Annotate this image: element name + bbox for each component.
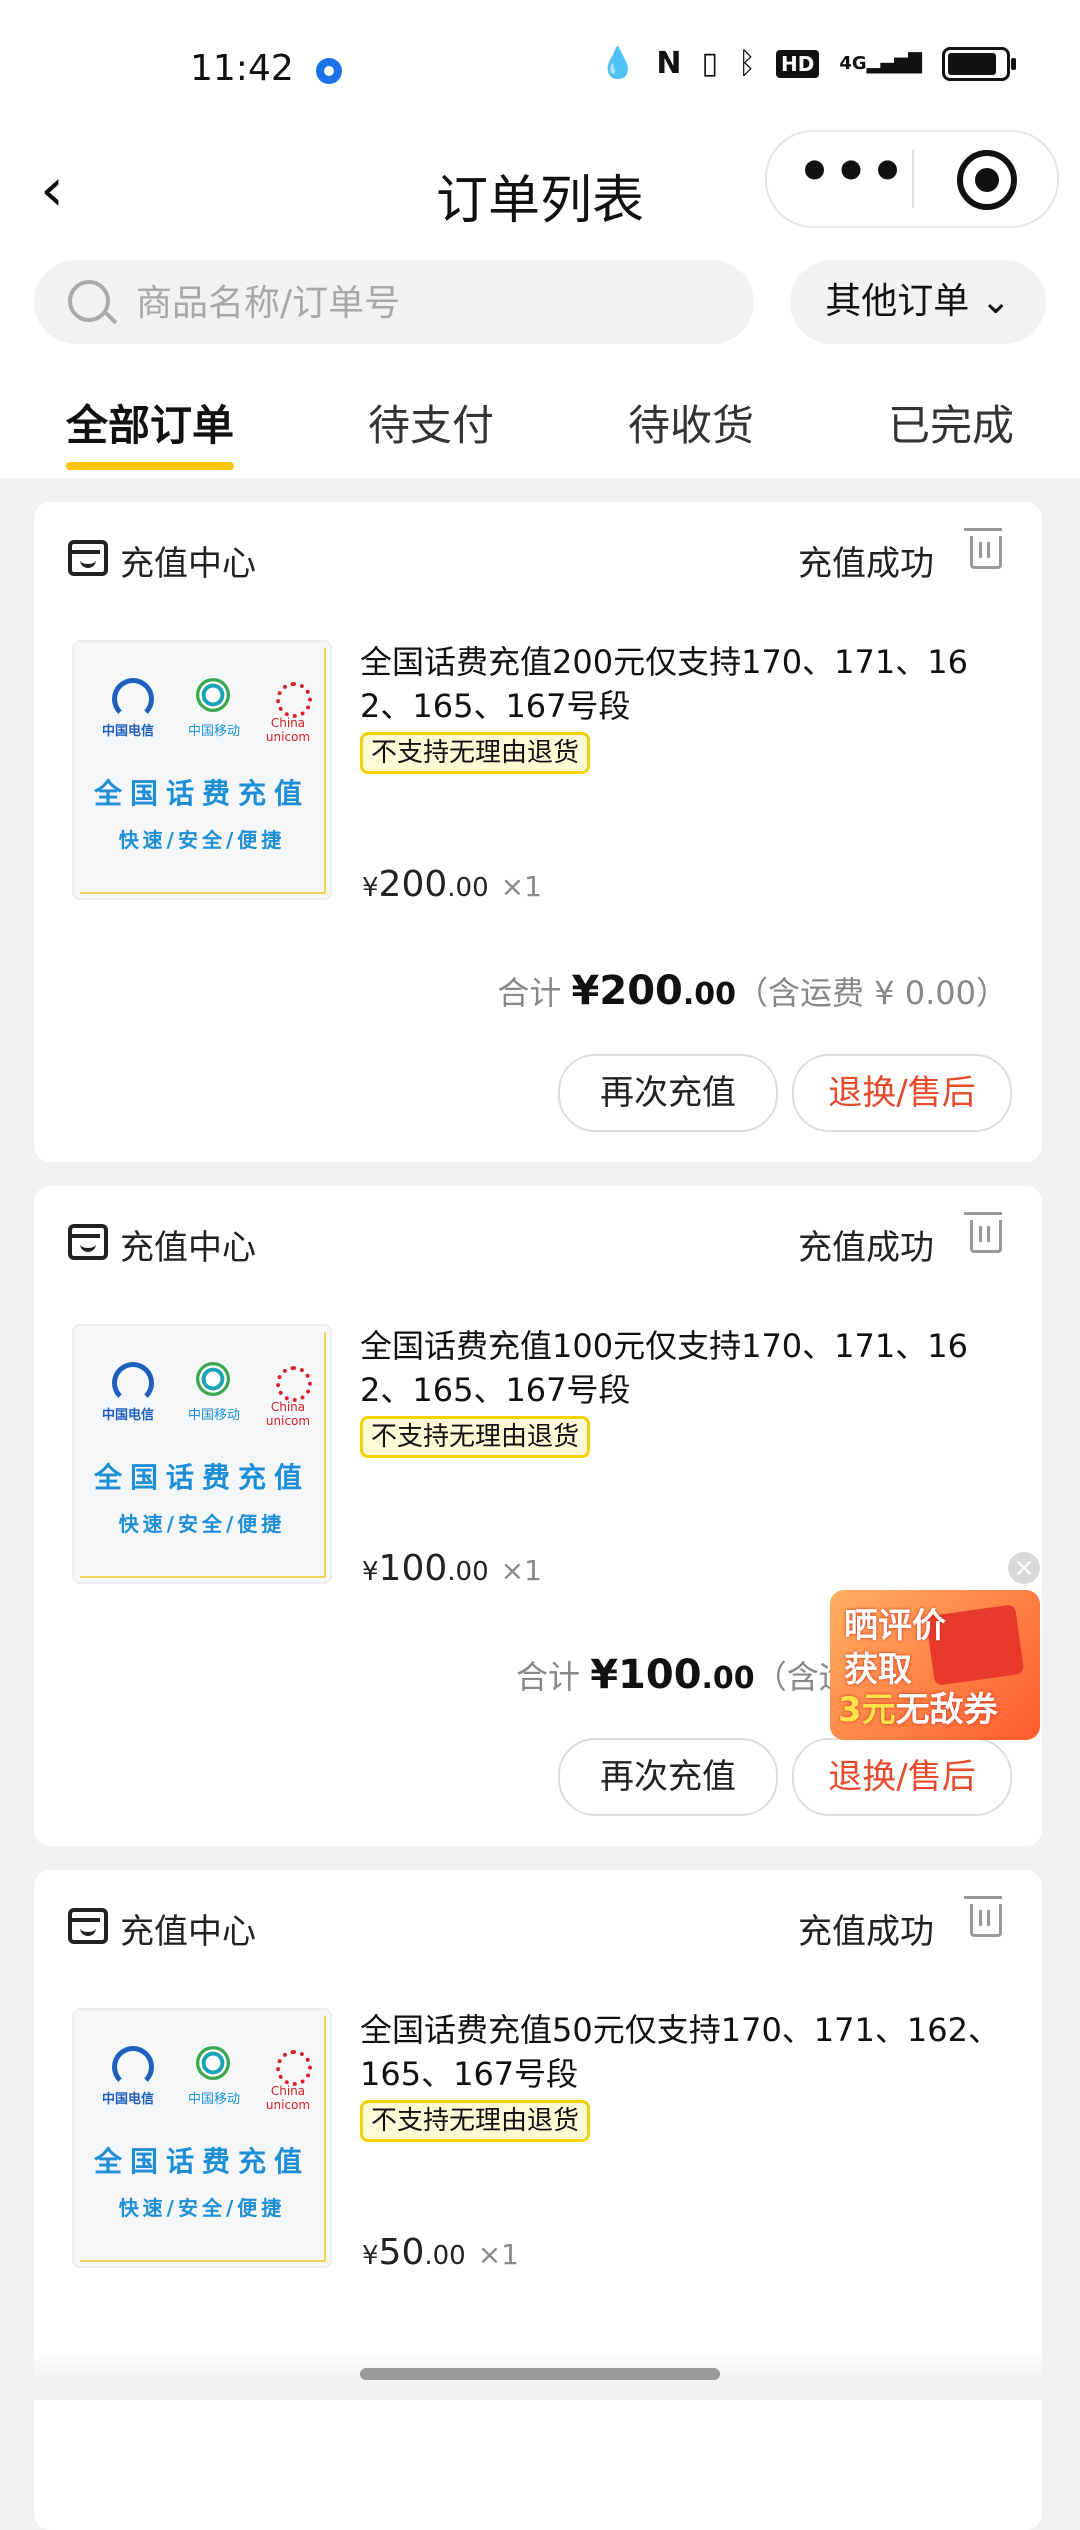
shop-icon [68,540,108,576]
recharge-again-button[interactable]: 再次充值 [558,1054,778,1132]
vibrate-icon: ▯ [701,46,718,81]
home-indicator[interactable] [360,2368,720,2380]
shop-icon [68,1908,108,1944]
china-telecom-logo: 中国电信 [98,2046,158,2108]
nfc-icon: N [656,46,682,81]
battery-icon [942,46,1016,81]
shop-name: 充值中心 [120,1912,256,1952]
search-row: 其他订单 ⌄ [0,250,1080,362]
after-sale-button[interactable]: 退换/售后 [792,1738,1012,1816]
product-thumbnail[interactable]: 中国电信 中国移动 China unicom 全国话费充值 快速/安全/便捷 [74,1326,330,1582]
thumbnail-title: 全国话费充值 [93,777,310,810]
search-icon [68,280,110,322]
china-mobile-logo: 中国移动 [184,1362,244,1424]
other-orders-dropdown[interactable]: 其他订单 ⌄ [790,260,1046,344]
close-mini-program-button[interactable] [957,150,1017,210]
review-coupon-float[interactable]: 晒评价 获取 3元无敌券 × [830,1552,1050,1740]
china-mobile-logo: 中国移动 [184,678,244,740]
product-name[interactable]: 全国话费充值200元仅支持170、171、162、165、167号段 [360,640,1020,728]
unit-price: ¥100.00 ×1 [362,1548,542,1589]
china-unicom-logo: China unicom [256,1366,320,1428]
delete-order-icon[interactable] [964,1896,1002,1937]
tab-all-orders[interactable]: 全部订单 [66,392,234,453]
delete-order-icon[interactable] [964,528,1002,569]
shop-icon [68,1224,108,1260]
thumbnail-subtitle: 快速/安全/便捷 [118,1512,286,1536]
quantity: ×1 [500,1554,542,1587]
active-tab-indicator [66,462,234,470]
nav-header: ‹ 订单列表 ••• [0,130,1080,250]
thumbnail-title: 全国话费充值 [93,2145,310,2178]
product-thumbnail[interactable]: 中国电信 中国移动 China unicom 全国话费充值 快速/安全/便捷 [74,642,330,898]
unit-price: ¥200.00 ×1 [362,864,542,905]
status-time: 11:42 [190,48,294,89]
float-text-line3: 3元无敌券 [838,1690,998,1730]
delete-order-icon[interactable] [964,1212,1002,1253]
no-return-tag: 不支持无理由退货 [360,1416,591,1458]
product-name[interactable]: 全国话费充值50元仅支持170、171、162、165、167号段 [360,2008,1020,2096]
no-return-tag: 不支持无理由退货 [360,732,591,774]
status-bar: 11:42 💧 N ▯ ᛒ HD 4G▂▄▆█ [0,0,1080,130]
status-icons: 💧 N ▯ ᛒ HD 4G▂▄▆█ [598,46,1016,81]
unit-price: ¥50.00 ×1 [362,2232,519,2273]
no-return-tag: 不支持无理由退货 [360,2100,591,2142]
tab-pending-payment[interactable]: 待支付 [368,392,494,453]
mini-program-capsule: ••• [765,130,1059,228]
hd-icon: HD [775,49,820,78]
quantity: ×1 [500,870,542,903]
more-dots-icon: ••• [797,140,907,203]
thumbnail-subtitle: 快速/安全/便捷 [118,828,286,852]
notification-dot-icon [316,58,342,84]
more-button[interactable]: ••• [797,142,907,216]
order-status: 充值成功 [798,544,934,584]
float-text-line1: 晒评价 [844,1606,946,1646]
order-tabs: 全部订单 待支付 待收货 已完成 [0,362,1080,478]
order-card[interactable]: 充值中心 充值成功 中国电信 中国移动 China unicom 全国话费充值 … [34,502,1042,1162]
product-name[interactable]: 全国话费充值100元仅支持170、171、162、165、167号段 [360,1324,1020,1412]
after-sale-button[interactable]: 退换/售后 [792,1054,1012,1132]
order-status: 充值成功 [798,1228,934,1268]
china-unicom-logo: China unicom [256,2050,320,2112]
thumbnail-title: 全国话费充值 [93,1461,310,1494]
shop-name: 充值中心 [120,544,256,584]
order-card[interactable]: 充值中心 充值成功 中国电信 中国移动 China unicom 全国话费充值 … [34,1870,1042,2530]
water-drop-icon: 💧 [598,46,637,81]
china-telecom-logo: 中国电信 [98,1362,158,1424]
tab-pending-receipt[interactable]: 待收货 [628,392,754,453]
order-total: 合计 ¥200.00（含运费 ¥ 0.00） [497,968,1008,1014]
order-card[interactable]: 充值中心 充值成功 中国电信 中国移动 China unicom 全国话费充值 … [34,1186,1042,1846]
order-status: 充值成功 [798,1912,934,1952]
shop-name: 充值中心 [120,1228,256,1268]
china-mobile-logo: 中国移动 [184,2046,244,2108]
order-total: 合计 ¥100.00（含运 [516,1652,851,1698]
tab-completed[interactable]: 已完成 [888,392,1014,453]
bluetooth-icon: ᛒ [737,46,756,81]
close-float-button[interactable]: × [1008,1552,1040,1584]
china-telecom-logo: 中国电信 [98,678,158,740]
signal-4g-icon: 4G▂▄▆█ [839,53,922,74]
capsule-divider [912,150,914,208]
china-unicom-logo: China unicom [256,682,320,744]
search-input[interactable] [134,272,698,334]
search-box[interactable] [34,260,754,344]
recharge-again-button[interactable]: 再次充值 [558,1738,778,1816]
quantity: ×1 [477,2238,519,2271]
thumbnail-subtitle: 快速/安全/便捷 [118,2196,286,2220]
product-thumbnail[interactable]: 中国电信 中国移动 China unicom 全国话费充值 快速/安全/便捷 [74,2010,330,2266]
